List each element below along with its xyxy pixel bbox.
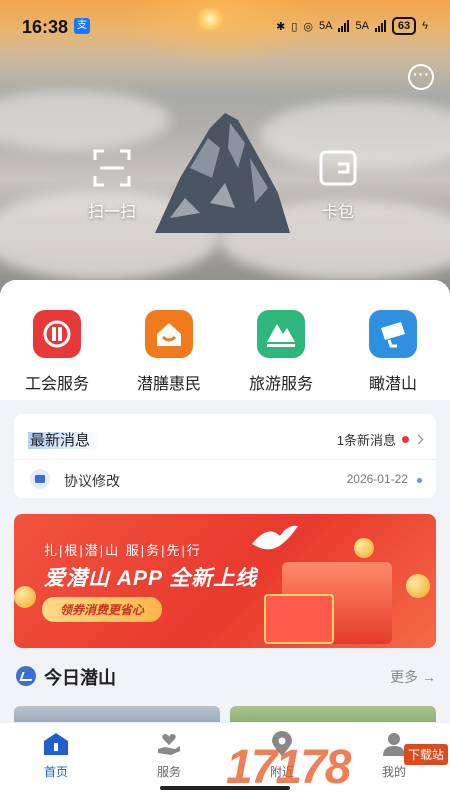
signal-label-1: 5A <box>318 20 333 32</box>
red-envelope-icon <box>264 594 334 644</box>
service-union[interactable]: 工会服务 <box>7 310 107 394</box>
wallet-button[interactable]: 卡包 <box>298 148 378 222</box>
today-title: 今日潜山 <box>44 668 116 688</box>
signal-bars-icon <box>338 20 350 32</box>
wallet-label: 卡包 <box>321 204 354 221</box>
news-item[interactable]: 协议修改 2026-01-22 <box>30 469 422 491</box>
status-icons: ✱ ▯ ◎ 5A 5A 63 ϟ <box>276 17 428 35</box>
quick-services: 工会服务 潜膳惠民 旅游服务 瞰潜山 <box>0 280 450 400</box>
news-card[interactable]: 最新消息 1条新消息 协议修改 2026-01-22 <box>14 414 436 498</box>
battery-indicator: 63 <box>391 17 417 35</box>
home-indicator[interactable] <box>160 786 290 790</box>
tab-label: 首页 <box>43 765 68 779</box>
status-time: 16:38 <box>22 17 69 37</box>
news-feed-icon <box>16 666 36 686</box>
unread-dot-icon <box>402 436 409 443</box>
house-smile-icon <box>145 310 193 358</box>
watermark-badge: 下载站 <box>403 744 448 765</box>
cloud <box>0 90 170 150</box>
vibrate-icon: ▯ <box>291 20 298 33</box>
coin-icon <box>406 574 430 598</box>
tab-label: 服务 <box>156 765 181 779</box>
news-count[interactable]: 1条新消息 <box>336 430 424 449</box>
service-tourism[interactable]: 旅游服务 <box>231 310 331 394</box>
hotspot-icon: ◎ <box>303 20 313 33</box>
scan-label: 扫一扫 <box>87 204 136 221</box>
document-icon <box>30 469 50 489</box>
coin-icon <box>14 586 36 608</box>
coin-icon <box>354 538 374 558</box>
banner-slogan: 扎|根|潜|山 服|务|先|行 <box>44 543 202 558</box>
today-section-header: 今日潜山 更多 → <box>0 660 450 700</box>
divider <box>14 459 436 460</box>
news-title: 最新消息 <box>28 429 101 450</box>
mountain-icon <box>257 310 305 358</box>
charging-icon: ϟ <box>422 20 428 32</box>
news-item-date: 2026-01-22 <box>346 472 408 486</box>
service-label: 瞰潜山 <box>368 376 417 393</box>
service-label: 旅游服务 <box>248 376 313 393</box>
heart-hand-icon <box>155 731 183 757</box>
home-icon <box>42 731 70 757</box>
news-count-label: 1条新消息 <box>336 433 396 448</box>
wallet-icon <box>318 148 358 188</box>
more-link[interactable]: 更多 → <box>390 667 436 687</box>
banner-pill: 领券消费更省心 <box>42 597 163 622</box>
service-camera[interactable]: 瞰潜山 <box>343 310 443 394</box>
news-item-text: 协议修改 <box>64 473 120 489</box>
union-icon <box>33 310 81 358</box>
news-title-text: 最新消息 <box>28 432 101 449</box>
signal-label-2: 5A <box>355 20 369 32</box>
service-label: 潜膳惠民 <box>136 376 201 393</box>
scan-button[interactable]: 扫一扫 <box>72 148 152 222</box>
status-bar: 16:38 支 ✱ ▯ ◎ 5A 5A 63 ϟ <box>0 0 450 50</box>
service-meals[interactable]: 潜膳惠民 <box>119 310 219 394</box>
banner-title: 爱潜山 APP 全新上线 <box>44 567 258 590</box>
tab-home[interactable]: 首页 <box>11 731 101 780</box>
indicator-dot-icon <box>417 478 422 483</box>
promo-banner[interactable]: 扎|根|潜|山 服|务|先|行 爱潜山 APP 全新上线 领券消费更省心 <box>14 514 436 648</box>
signal-bars-icon <box>374 20 386 32</box>
mountain-peak-image <box>155 113 290 233</box>
camera-icon <box>369 310 417 358</box>
bluetooth-icon: ✱ <box>276 20 286 33</box>
service-label: 工会服务 <box>24 376 89 393</box>
dove-icon <box>252 525 298 550</box>
chevron-right-icon <box>413 434 424 445</box>
message-icon[interactable] <box>408 64 434 90</box>
alipay-icon: 支 <box>74 18 90 34</box>
tab-services[interactable]: 服务 <box>124 731 214 780</box>
scan-icon <box>92 148 132 188</box>
